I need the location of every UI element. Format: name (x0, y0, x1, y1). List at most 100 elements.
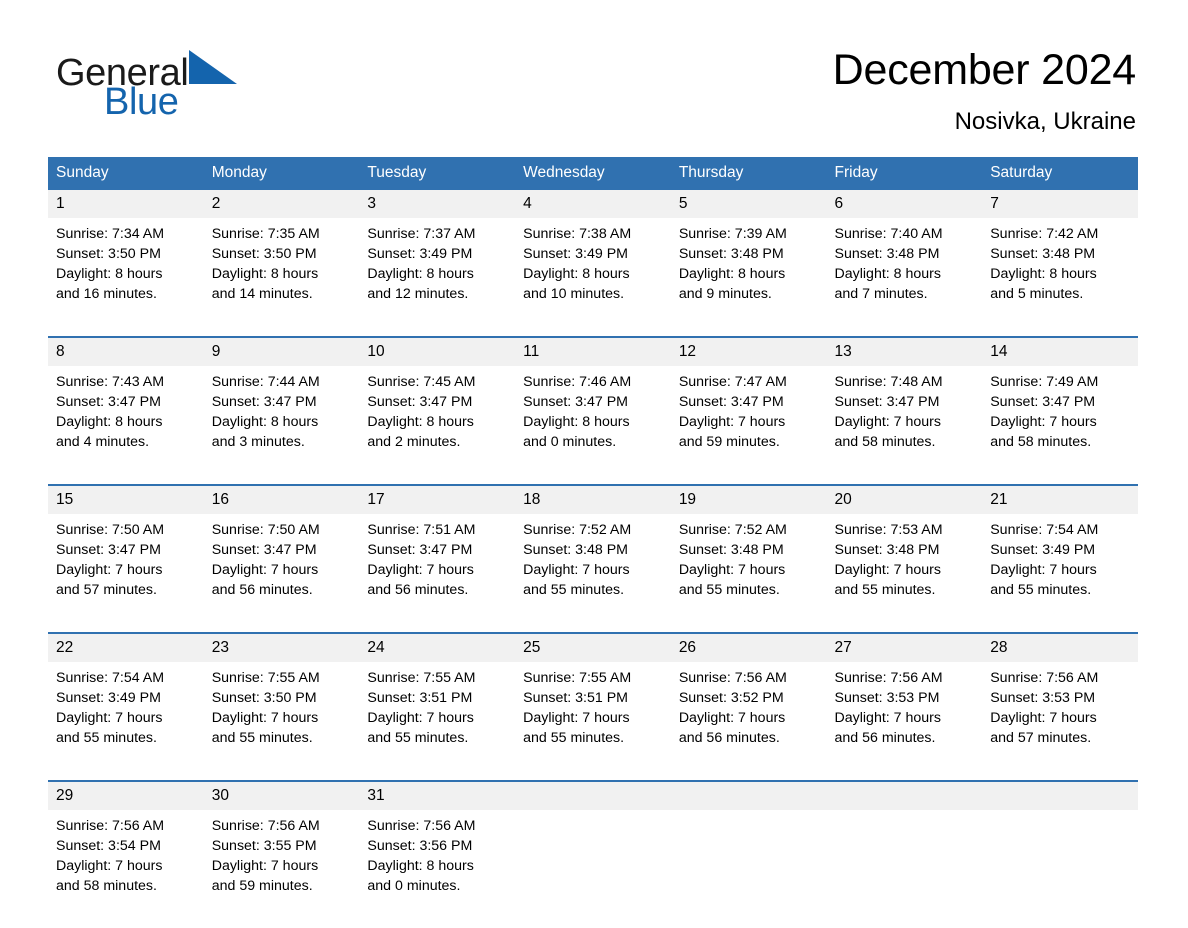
daylight-text-line1: Daylight: 7 hours (56, 710, 163, 726)
day-detail-cell[interactable]: Sunrise: 7:45 AM Sunset: 3:47 PM Dayligh… (359, 366, 515, 485)
day-detail-cell[interactable]: Sunrise: 7:52 AM Sunset: 3:48 PM Dayligh… (515, 514, 671, 633)
daylight-text-line1: Daylight: 7 hours (367, 562, 474, 578)
day-number-cell[interactable]: 29 (48, 780, 204, 810)
day-number-cell[interactable]: 16 (203, 484, 360, 514)
day-detail-cell[interactable]: Sunrise: 7:46 AM Sunset: 3:47 PM Dayligh… (515, 366, 671, 485)
day-number-cell[interactable]: 11 (515, 336, 671, 366)
day-number-cell[interactable]: 17 (359, 484, 516, 514)
daylight-text-line2: and 55 minutes. (678, 582, 780, 598)
day-number-cell[interactable]: 31 (359, 780, 516, 810)
sunset-text: Sunset: 3:47 PM (367, 394, 473, 410)
sunset-text: Sunset: 3:51 PM (367, 690, 473, 706)
sunset-text: Sunset: 3:47 PM (678, 394, 784, 410)
day-detail-cell[interactable]: Sunrise: 7:56 AM Sunset: 3:54 PM Dayligh… (48, 810, 204, 928)
day-number-cell[interactable]: 27 (826, 632, 983, 662)
sunrise-text: Sunrise: 7:45 AM (367, 374, 476, 390)
day-detail-cell[interactable]: Sunrise: 7:39 AM Sunset: 3:48 PM Dayligh… (671, 218, 827, 337)
day-detail-cell[interactable]: Sunrise: 7:52 AM Sunset: 3:48 PM Dayligh… (671, 514, 827, 633)
day-number-cell[interactable]: 13 (826, 336, 983, 366)
daylight-text-line1: Daylight: 7 hours (834, 710, 941, 726)
day-number-cell[interactable]: 24 (359, 632, 516, 662)
day-number-cell[interactable]: 1 (48, 190, 204, 218)
sunrise-text: Sunrise: 7:56 AM (56, 818, 165, 834)
day-number-cell[interactable]: 28 (982, 632, 1138, 662)
day-detail-cell[interactable]: Sunrise: 7:54 AM Sunset: 3:49 PM Dayligh… (48, 662, 204, 781)
day-detail-cell[interactable]: Sunrise: 7:55 AM Sunset: 3:50 PM Dayligh… (204, 662, 360, 781)
daylight-text-line1: Daylight: 7 hours (834, 414, 941, 430)
weekday-header-sunday: Sunday (48, 157, 204, 190)
sunrise-text: Sunrise: 7:50 AM (211, 522, 320, 538)
day-detail-cell[interactable]: Sunrise: 7:35 AM Sunset: 3:50 PM Dayligh… (204, 218, 360, 337)
day-number-cell[interactable]: 23 (203, 632, 360, 662)
day-detail-cell[interactable]: Sunrise: 7:44 AM Sunset: 3:47 PM Dayligh… (204, 366, 360, 485)
day-detail-cell[interactable]: Sunrise: 7:53 AM Sunset: 3:48 PM Dayligh… (827, 514, 983, 633)
sunrise-text: Sunrise: 7:54 AM (990, 522, 1099, 538)
day-number-cell[interactable]: 25 (515, 632, 671, 662)
day-detail-cell[interactable]: Sunrise: 7:50 AM Sunset: 3:47 PM Dayligh… (48, 514, 204, 633)
daylight-text-line1: Daylight: 7 hours (211, 562, 319, 578)
week-1-detail-row: Sunrise: 7:34 AM Sunset: 3:50 PM Dayligh… (48, 218, 1138, 337)
sunrise-sunset-calendar-table: Sunday Monday Tuesday Wednesday Thursday… (48, 157, 1138, 928)
daylight-text-line1: Daylight: 7 hours (990, 562, 1097, 578)
day-detail-cell[interactable]: Sunrise: 7:47 AM Sunset: 3:47 PM Dayligh… (671, 366, 827, 485)
daylight-text-line2: and 57 minutes. (990, 730, 1092, 746)
weekday-header-saturday: Saturday (982, 157, 1138, 190)
day-detail-cell[interactable]: Sunrise: 7:54 AM Sunset: 3:49 PM Dayligh… (982, 514, 1138, 633)
day-detail-cell[interactable]: Sunrise: 7:38 AM Sunset: 3:49 PM Dayligh… (515, 218, 671, 337)
day-number-cell[interactable]: 10 (359, 336, 516, 366)
day-number-cell[interactable]: 5 (670, 190, 827, 218)
day-number-cell[interactable]: 4 (515, 190, 671, 218)
day-detail-cell[interactable]: Sunrise: 7:50 AM Sunset: 3:47 PM Dayligh… (204, 514, 360, 633)
day-detail-cell[interactable]: Sunrise: 7:56 AM Sunset: 3:56 PM Dayligh… (359, 810, 515, 928)
day-detail-cell[interactable]: Sunrise: 7:55 AM Sunset: 3:51 PM Dayligh… (359, 662, 515, 781)
sunrise-text: Sunrise: 7:40 AM (834, 226, 943, 242)
day-detail-cell[interactable]: Sunrise: 7:48 AM Sunset: 3:47 PM Dayligh… (827, 366, 983, 485)
sunset-text: Sunset: 3:52 PM (678, 690, 784, 706)
day-detail-cell[interactable]: Sunrise: 7:56 AM Sunset: 3:52 PM Dayligh… (671, 662, 827, 781)
page-header: General Blue December 2024 Nosivka, Ukra… (0, 0, 1188, 150)
day-number-cell[interactable]: 8 (48, 336, 204, 366)
calendar-body: 1 2 3 4 5 6 7 Sunrise: 7:34 AM Sunset: 3… (48, 190, 1138, 928)
daylight-text-line1: Daylight: 8 hours (367, 266, 474, 282)
day-number-cell[interactable]: 21 (982, 484, 1138, 514)
day-number-cell[interactable]: 30 (203, 780, 360, 810)
generalblue-logo[interactable]: General Blue (56, 50, 316, 130)
sunset-text: Sunset: 3:47 PM (56, 394, 161, 410)
daylight-text-line2: and 56 minutes. (834, 730, 936, 746)
day-detail-cell[interactable]: Sunrise: 7:55 AM Sunset: 3:51 PM Dayligh… (515, 662, 671, 781)
day-number-cell[interactable]: 12 (670, 336, 827, 366)
day-number-cell[interactable]: 3 (359, 190, 516, 218)
day-number-cell[interactable]: 2 (203, 190, 360, 218)
day-detail-cell[interactable]: Sunrise: 7:56 AM Sunset: 3:53 PM Dayligh… (827, 662, 983, 781)
day-detail-cell[interactable]: Sunrise: 7:40 AM Sunset: 3:48 PM Dayligh… (827, 218, 983, 337)
sunset-text: Sunset: 3:49 PM (523, 246, 628, 262)
day-detail-cell[interactable]: Sunrise: 7:49 AM Sunset: 3:47 PM Dayligh… (982, 366, 1138, 485)
day-detail-cell[interactable]: Sunrise: 7:51 AM Sunset: 3:47 PM Dayligh… (359, 514, 515, 633)
day-detail-cell[interactable]: Sunrise: 7:56 AM Sunset: 3:55 PM Dayligh… (204, 810, 360, 928)
day-number-cell[interactable]: 18 (515, 484, 671, 514)
day-detail-cell[interactable]: Sunrise: 7:56 AM Sunset: 3:53 PM Dayligh… (982, 662, 1138, 781)
day-number-cell[interactable]: 15 (48, 484, 204, 514)
daylight-text-line2: and 12 minutes. (367, 286, 469, 302)
day-detail-cell[interactable]: Sunrise: 7:34 AM Sunset: 3:50 PM Dayligh… (48, 218, 204, 337)
day-number-cell[interactable]: 19 (670, 484, 827, 514)
day-number-cell[interactable]: 26 (670, 632, 827, 662)
day-number-cell[interactable]: 22 (48, 632, 204, 662)
daylight-text-line1: Daylight: 7 hours (211, 710, 319, 726)
day-number-cell[interactable]: 6 (826, 190, 983, 218)
sunset-text: Sunset: 3:51 PM (523, 690, 628, 706)
daylight-text-line2: and 4 minutes. (56, 434, 150, 450)
day-number-cell[interactable]: 14 (982, 336, 1138, 366)
day-detail-cell[interactable]: Sunrise: 7:37 AM Sunset: 3:49 PM Dayligh… (359, 218, 515, 337)
day-number-cell[interactable]: 9 (203, 336, 360, 366)
day-number-cell[interactable]: 7 (982, 190, 1138, 218)
day-detail-cell[interactable]: Sunrise: 7:42 AM Sunset: 3:48 PM Dayligh… (982, 218, 1138, 337)
daylight-text-line1: Daylight: 8 hours (56, 414, 163, 430)
title-block: December 2024 Nosivka, Ukraine (833, 44, 1137, 136)
daylight-text-line2: and 16 minutes. (56, 286, 157, 302)
sunset-text: Sunset: 3:49 PM (56, 690, 161, 706)
day-number-cell[interactable]: 20 (826, 484, 983, 514)
day-detail-cell[interactable]: Sunrise: 7:43 AM Sunset: 3:47 PM Dayligh… (48, 366, 204, 485)
daylight-text-line2: and 0 minutes. (523, 434, 617, 450)
sunset-text: Sunset: 3:48 PM (523, 542, 628, 558)
